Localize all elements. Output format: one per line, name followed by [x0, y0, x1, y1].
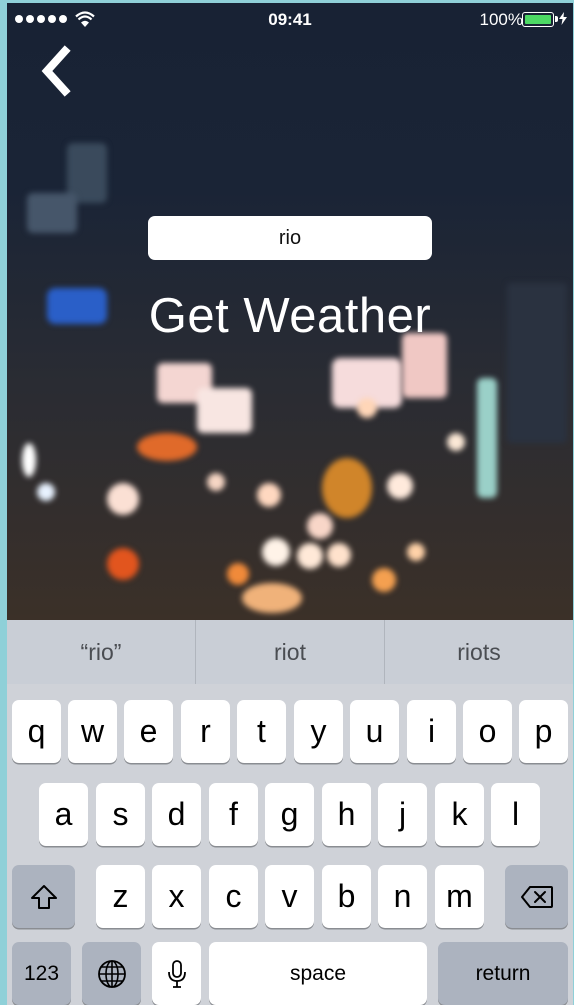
key-letter[interactable]: f: [209, 783, 258, 846]
numbers-key[interactable]: 123: [12, 942, 71, 1005]
delete-icon: [520, 885, 553, 908]
key-letter[interactable]: a: [39, 783, 88, 846]
battery-icon: [522, 12, 558, 27]
space-key[interactable]: space: [209, 942, 427, 1005]
key-letter[interactable]: c: [209, 865, 258, 928]
charging-bolt-icon: [559, 12, 567, 25]
key-letter[interactable]: m: [435, 865, 484, 928]
prediction-suggestion[interactable]: riots: [385, 620, 573, 684]
microphone-icon: [167, 959, 186, 988]
key-letter[interactable]: k: [435, 783, 484, 846]
delete-key[interactable]: [505, 865, 568, 928]
key-letter[interactable]: g: [265, 783, 314, 846]
key-letter[interactable]: l: [491, 783, 540, 846]
key-letter[interactable]: j: [378, 783, 427, 846]
status-bar: 09:41 100%: [7, 3, 573, 37]
city-search-input[interactable]: [148, 216, 432, 260]
battery-percent: 100%: [479, 10, 523, 29]
back-chevron-icon: [41, 45, 71, 97]
key-letter[interactable]: s: [96, 783, 145, 846]
globe-key[interactable]: [82, 942, 141, 1005]
return-key[interactable]: return: [438, 942, 568, 1005]
key-letter[interactable]: r: [181, 700, 230, 763]
key-letter[interactable]: q: [12, 700, 61, 763]
predictive-text-bar: “rio” riot riots: [7, 620, 573, 684]
globe-icon: [97, 959, 126, 988]
back-button[interactable]: [37, 45, 77, 97]
key-letter[interactable]: x: [152, 865, 201, 928]
key-letter[interactable]: i: [407, 700, 456, 763]
dictation-key[interactable]: [152, 942, 201, 1005]
prediction-suggestion[interactable]: riot: [196, 620, 385, 684]
key-letter[interactable]: b: [322, 865, 371, 928]
key-letter[interactable]: p: [519, 700, 568, 763]
key-letter[interactable]: t: [237, 700, 286, 763]
shift-key[interactable]: [12, 865, 75, 928]
key-letter[interactable]: d: [152, 783, 201, 846]
key-letter[interactable]: n: [378, 865, 427, 928]
shift-icon: [30, 884, 57, 909]
prediction-typed-word[interactable]: “rio”: [7, 620, 196, 684]
key-letter[interactable]: h: [322, 783, 371, 846]
key-letter[interactable]: v: [265, 865, 314, 928]
key-letter[interactable]: o: [463, 700, 512, 763]
key-letter[interactable]: u: [350, 700, 399, 763]
phone-screen: 09:41 100% Get Weather “rio” riot riots …: [7, 3, 573, 1005]
keyboard: q w e r t y u i o p a s d f g h j k l z …: [7, 684, 573, 1005]
key-letter[interactable]: z: [96, 865, 145, 928]
key-letter[interactable]: y: [294, 700, 343, 763]
key-letter[interactable]: e: [124, 700, 173, 763]
key-letter[interactable]: w: [68, 700, 117, 763]
page-title: Get Weather: [148, 289, 432, 343]
